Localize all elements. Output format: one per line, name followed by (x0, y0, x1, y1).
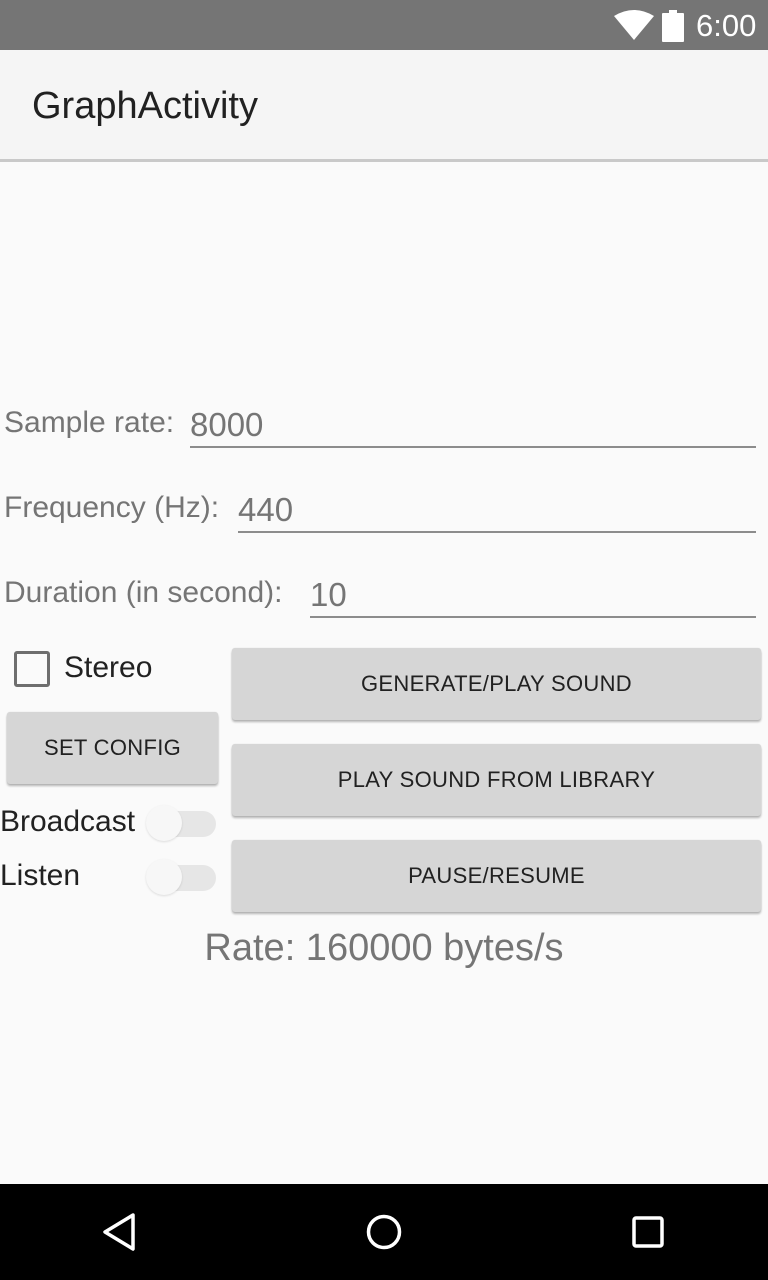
app-bar: GraphActivity (0, 50, 768, 162)
broadcast-switch[interactable] (146, 805, 218, 841)
broadcast-label: Broadcast (0, 805, 136, 838)
stereo-checkbox-row[interactable]: Stereo (14, 648, 214, 690)
sample-rate-label: Sample rate: (4, 406, 175, 439)
rate-readout: Rate: 160000 bytes/s (204, 927, 564, 969)
broadcast-switch-thumb (146, 805, 182, 841)
set-config-button[interactable]: SET CONFIG (7, 712, 218, 784)
status-time: 6:00 (696, 8, 757, 43)
battery-icon (662, 10, 684, 42)
stereo-label: Stereo (64, 651, 153, 684)
wifi-icon (614, 10, 654, 40)
sample-rate-input[interactable] (190, 404, 756, 448)
home-icon[interactable] (362, 1210, 406, 1254)
listen-switch[interactable] (146, 859, 218, 895)
frequency-input[interactable] (238, 489, 756, 533)
pause-resume-button[interactable]: PAUSE/RESUME (232, 840, 761, 912)
app-title: GraphActivity (32, 85, 258, 127)
recents-icon[interactable] (626, 1210, 670, 1254)
stereo-checkbox[interactable] (14, 651, 50, 687)
duration-label: Duration (in second): (4, 576, 283, 609)
play-sound-from-library-button[interactable]: PLAY SOUND FROM LIBRARY (232, 744, 761, 816)
listen-label: Listen (0, 859, 81, 892)
frequency-label: Frequency (Hz): (4, 491, 220, 524)
listen-switch-thumb (146, 859, 182, 895)
generate-play-sound-button[interactable]: GENERATE/PLAY SOUND (232, 648, 761, 720)
back-icon[interactable] (98, 1210, 142, 1254)
status-bar: 6:00 (0, 0, 768, 50)
navigation-bar (0, 1184, 768, 1280)
duration-input[interactable] (310, 574, 756, 618)
